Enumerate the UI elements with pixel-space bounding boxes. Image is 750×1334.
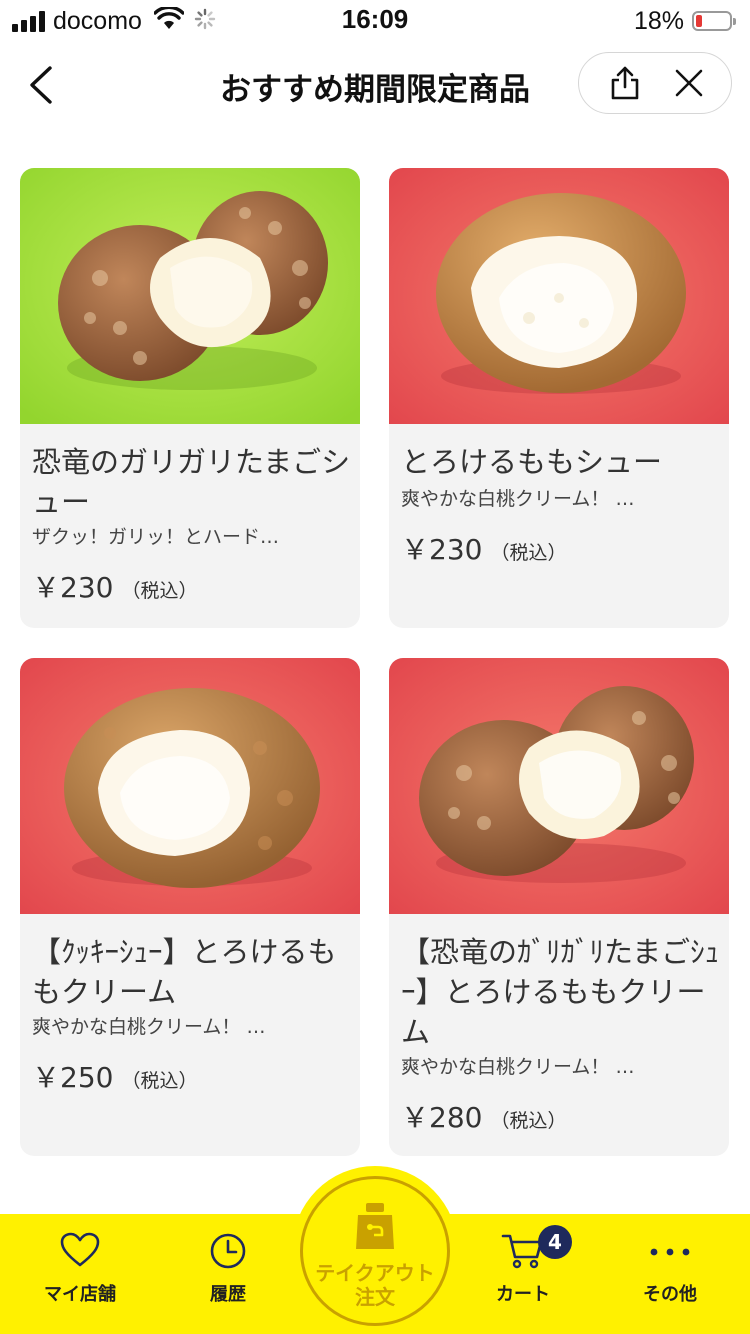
tab-label: その他 [643, 1284, 697, 1305]
close-button[interactable] [671, 65, 707, 101]
product-price: ￥230 （税込） [32, 566, 197, 606]
product-price: ￥280 （税込） [401, 1096, 566, 1136]
product-name: 【恐竜のｶﾞﾘｶﾞﾘたまごｼｭｰ】とろけるももクリーム [401, 935, 720, 1049]
product-photo [20, 658, 360, 914]
price-value: ￥230 [32, 571, 114, 604]
price-value: ￥280 [401, 1101, 483, 1134]
product-photo [389, 658, 729, 914]
tab-my-store[interactable]: マイ店舗 [5, 1214, 155, 1334]
product-card[interactable]: 【ｸｯｷｰｼｭｰ】とろけるももクリーム 爽やかな白桃クリーム！ … ￥250 （税… [20, 658, 360, 1156]
product-description: ザクッ！ガリッ！とハード… [32, 526, 280, 548]
more-icon [648, 1242, 692, 1261]
battery-icon [692, 11, 736, 31]
share-button[interactable] [607, 65, 643, 101]
product-name: 恐竜のガリガリたまごシュー [32, 445, 351, 519]
tab-cart[interactable]: カート [448, 1214, 598, 1334]
takeout-label: テイクアウト 注文 [303, 1261, 447, 1309]
clock-icon [209, 1232, 247, 1274]
price-value: ￥230 [401, 533, 483, 566]
tab-label: カート [496, 1284, 550, 1305]
product-photo [389, 168, 729, 424]
tax-note: （税込） [121, 1070, 198, 1092]
tab-history[interactable]: 履歴 [153, 1214, 303, 1334]
heart-icon [60, 1232, 100, 1272]
product-name: とろけるももシュー [401, 445, 663, 479]
product-price: ￥230 （税込） [401, 528, 566, 568]
nav-bar: おすすめ期間限定商品 [0, 44, 750, 128]
miniapp-capsule [578, 52, 732, 114]
share-icon [611, 66, 639, 100]
tax-note: （税込） [121, 580, 198, 602]
tab-other[interactable]: その他 [595, 1214, 745, 1334]
product-card[interactable]: 【恐竜のｶﾞﾘｶﾞﾘたまごｼｭｰ】とろけるももクリーム 爽やかな白桃クリーム！ … [389, 658, 729, 1156]
tab-label: 履歴 [210, 1284, 246, 1305]
close-icon [675, 69, 703, 97]
product-description: 爽やかな白桃クリーム！ … [32, 1016, 266, 1038]
product-name: 【ｸｯｷｰｼｭｰ】とろけるももクリーム [32, 935, 337, 1009]
price-value: ￥250 [32, 1061, 114, 1094]
tax-note: （税込） [490, 1110, 567, 1132]
tab-label: マイ店舗 [44, 1284, 116, 1305]
takeout-order-button[interactable]: テイクアウト 注文 [300, 1176, 450, 1326]
product-description: 爽やかな白桃クリーム！ … [401, 488, 635, 510]
takeout-label-line2: 注文 [355, 1285, 395, 1309]
product-description: 爽やかな白桃クリーム！ … [401, 1056, 635, 1078]
product-photo [20, 168, 360, 424]
tax-note: （税込） [490, 542, 567, 564]
product-card[interactable]: 恐竜のガリガリたまごシュー ザクッ！ガリッ！とハード… ￥230 （税込） [20, 168, 360, 628]
takeout-label-line1: テイクアウト [315, 1261, 435, 1285]
product-card[interactable]: とろけるももシュー 爽やかな白桃クリーム！ … ￥230 （税込） [389, 168, 729, 628]
status-bar: docomo 16:09 18% [0, 0, 750, 44]
cart-count-badge: 4 [538, 1225, 572, 1259]
takeout-bag-icon [352, 1201, 398, 1257]
product-price: ￥250 （税込） [32, 1056, 197, 1096]
battery-percent: 18% [633, 6, 684, 35]
